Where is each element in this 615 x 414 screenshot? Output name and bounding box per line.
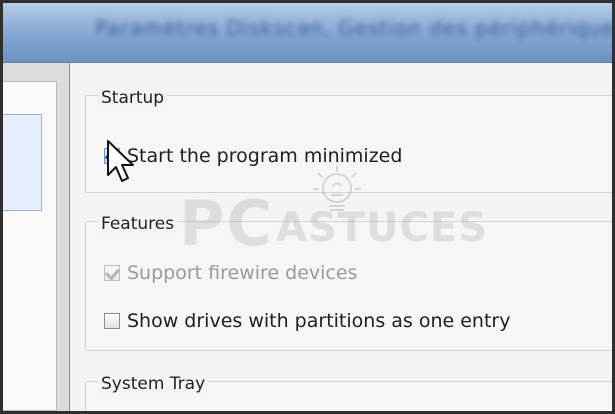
start-minimized-label: Start the program minimized	[127, 145, 403, 167]
navigation-pane	[3, 63, 70, 411]
system-tray-group-label: System Tray	[98, 375, 209, 393]
start-minimized-option[interactable]: Start the program minimized	[104, 145, 402, 167]
system-tray-groupbox: System Tray	[85, 375, 612, 411]
features-group-label: Features	[98, 215, 178, 233]
show-drives-checkbox[interactable]	[104, 313, 120, 329]
selected-navigation-item[interactable]	[3, 114, 42, 211]
title-bar-blur: Paramètres Diskscan, Gestion des périphé…	[95, 14, 615, 42]
title-bar: Paramètres Diskscan, Gestion des périphé…	[3, 3, 612, 63]
mouse-pointer-icon	[107, 140, 134, 182]
show-drives-option[interactable]: Show drives with partitions as one entry	[104, 310, 510, 332]
settings-content: Startup Start the program minimized Feat…	[70, 63, 612, 411]
features-groupbox: Features Support firewire devices Show d…	[85, 215, 612, 351]
window-title: Paramètres Diskscan, Gestion des périphé…	[95, 16, 615, 40]
startup-group-label: Startup	[98, 89, 168, 107]
application-window: Paramètres Diskscan, Gestion des périphé…	[0, 0, 615, 414]
window-body: Startup Start the program minimized Feat…	[3, 63, 612, 411]
support-firewire-checkbox	[104, 265, 120, 281]
support-firewire-label: Support firewire devices	[127, 262, 358, 284]
startup-groupbox: Startup Start the program minimized	[85, 89, 612, 193]
support-firewire-option: Support firewire devices	[104, 262, 357, 284]
show-drives-label: Show drives with partitions as one entry	[127, 310, 511, 332]
